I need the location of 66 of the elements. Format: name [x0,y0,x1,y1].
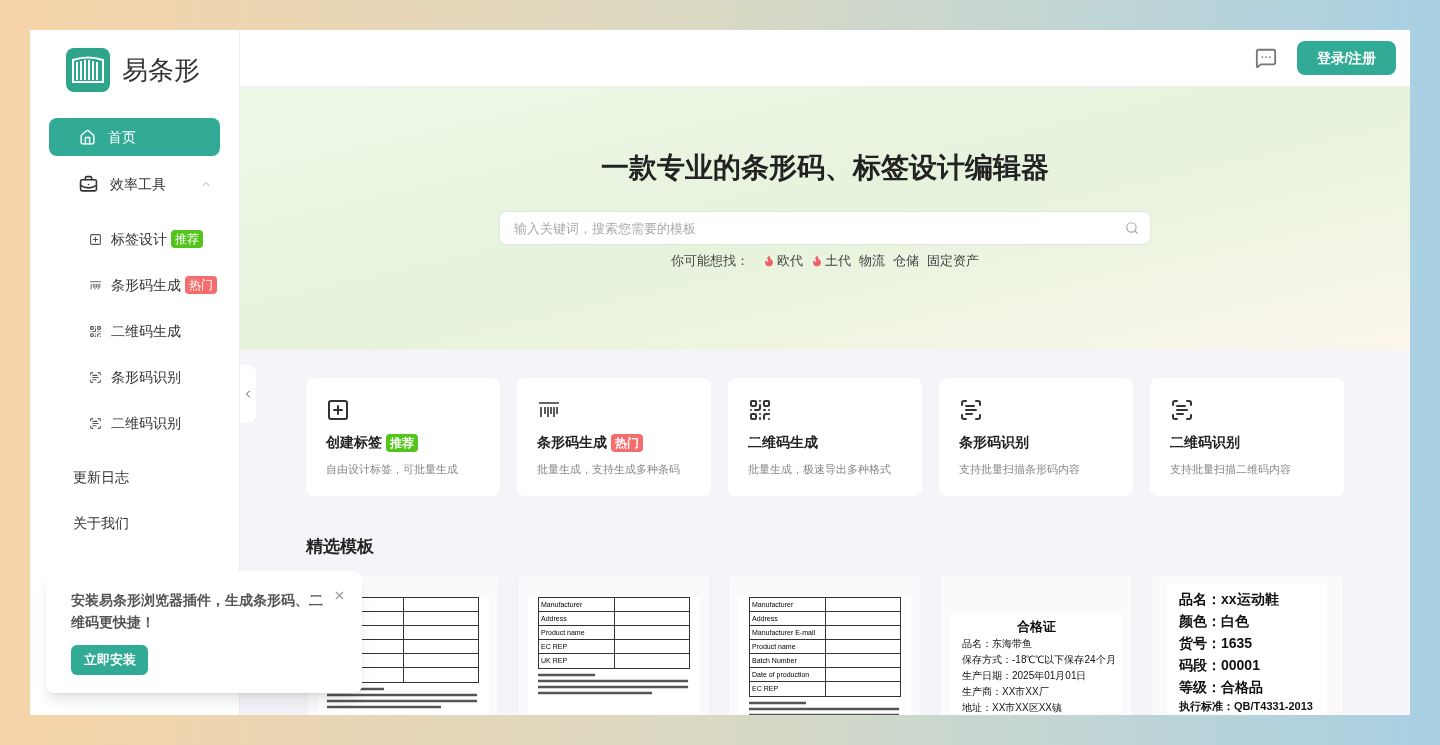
popup-text: 安装易条形浏览器插件，生成条形码、二维码更快捷！ [71,591,324,632]
tool-description: 支持批量扫描条形码内容 [959,462,1081,477]
tool-card[interactable]: 条形码识别 支持批量扫描条形码内容 [939,378,1133,496]
suggestion-link[interactable]: 仓储 [893,251,919,271]
tag-label: 推荐 [386,433,418,452]
nav-item[interactable]: 条形码生成 热门 [49,262,220,308]
close-icon[interactable] [333,589,346,602]
nav-item[interactable]: 关于我们 [49,500,220,546]
tool-title: 创建标签 推荐 [326,432,480,453]
nav-item[interactable]: 更新日志 [49,454,220,500]
scan-icon [959,398,983,422]
search-field[interactable]: 输入关键词，搜索您需要的模板 [499,211,1151,245]
plus-square-icon [89,232,102,246]
tag-line: 货号：1635 [1179,633,1254,653]
certificate-line: 生产商：XX市XX厂 [962,684,1050,699]
certificate-line: 品名：东海带鱼 [962,636,1033,651]
nav-item[interactable]: 标签设计 推荐 [49,216,220,262]
template-card[interactable]: 合格证 品名：东海带鱼 保存方式：-18℃℃以下保存24个月 生产日期：2025年01月01日 生产商：XX市XX厂 地址：XX市XX区XX镇 [939,573,1133,715]
hero-title: 一款专业的条形码、标签设计编辑器 [601,151,1049,185]
message-icon[interactable] [1255,47,1277,69]
logo-icon [66,48,110,92]
scan-icon [89,370,102,384]
qr-code-icon [748,398,772,422]
nav-item[interactable]: 二维码识别 [49,400,220,446]
tag-label: 热门 [185,276,217,294]
tag-line: 等级：合格品 [1179,677,1264,697]
tool-title: 条形码生成 热门 [537,432,691,453]
certificate-title: 合格证 [1015,618,1057,635]
tool-card[interactable]: 条形码生成 热门 批量生成，支持生成多种条码 [517,378,711,496]
tag-label: 推荐 [171,230,203,248]
certificate-line: 生产日期：2025年01月01日 [962,668,1088,683]
suggestion-link[interactable]: 固定资产 [927,251,979,271]
section-heading: 精选模板 [306,536,375,558]
logo-text: 易条形 [122,53,200,87]
barcode-icon [89,278,102,292]
tag-line: 执行标准：QB/T4331-2013 [1179,698,1314,713]
tag-line: 品名：xx运动鞋 [1179,589,1280,609]
tool-description: 批量生成，极速导出多种格式 [748,462,892,477]
home-icon [79,128,96,146]
plus-square-icon [326,398,350,422]
nav-item[interactable]: 二维码生成 [49,308,220,354]
tool-card[interactable]: 二维码生成 批量生成，极速导出多种格式 [728,378,922,496]
suggest-label: 你可能想找： [671,252,749,270]
nav-item[interactable]: 条形码识别 [49,354,220,400]
tag-line: 颜色：白色 [1179,611,1250,631]
scan-icon [89,416,102,430]
suggestion-link[interactable]: 物流 [859,251,885,271]
tool-title: 二维码识别 [1170,433,1241,452]
suggestion-link[interactable]: 土代 [825,251,851,271]
tool-description: 批量生成，支持生成多种条码 [537,462,681,477]
tool-card[interactable]: 二维码识别 支持批量扫描二维码内容 [1150,378,1344,496]
template-card[interactable]: 品名：xx运动鞋 颜色：白色 货号：1635 码段：00001 等级：合格品 执行标准：QB/T4331-2013 [1150,573,1344,715]
tag-line: 码段：00001 [1179,655,1261,675]
certificate-line: 地址：XX市XX区XX镇 [962,700,1064,715]
tool-card[interactable]: 创建标签 推荐 自由设计标签，可批量生成 [306,378,500,496]
tool-description: 支持批量扫描二维码内容 [1170,462,1292,477]
tag-label: 热门 [611,433,643,452]
scan-icon [1170,398,1194,422]
nav-group[interactable]: 效率工具 [49,156,220,212]
suggestion-link[interactable]: 欧代 [777,251,803,271]
toolbox-icon [79,174,98,194]
search-icon[interactable] [1125,221,1139,235]
tool-title: 二维码生成 [748,433,819,452]
qr-code-icon [89,324,102,338]
tool-description: 自由设计标签，可批量生成 [326,462,459,477]
tool-title: 条形码识别 [959,433,1030,452]
